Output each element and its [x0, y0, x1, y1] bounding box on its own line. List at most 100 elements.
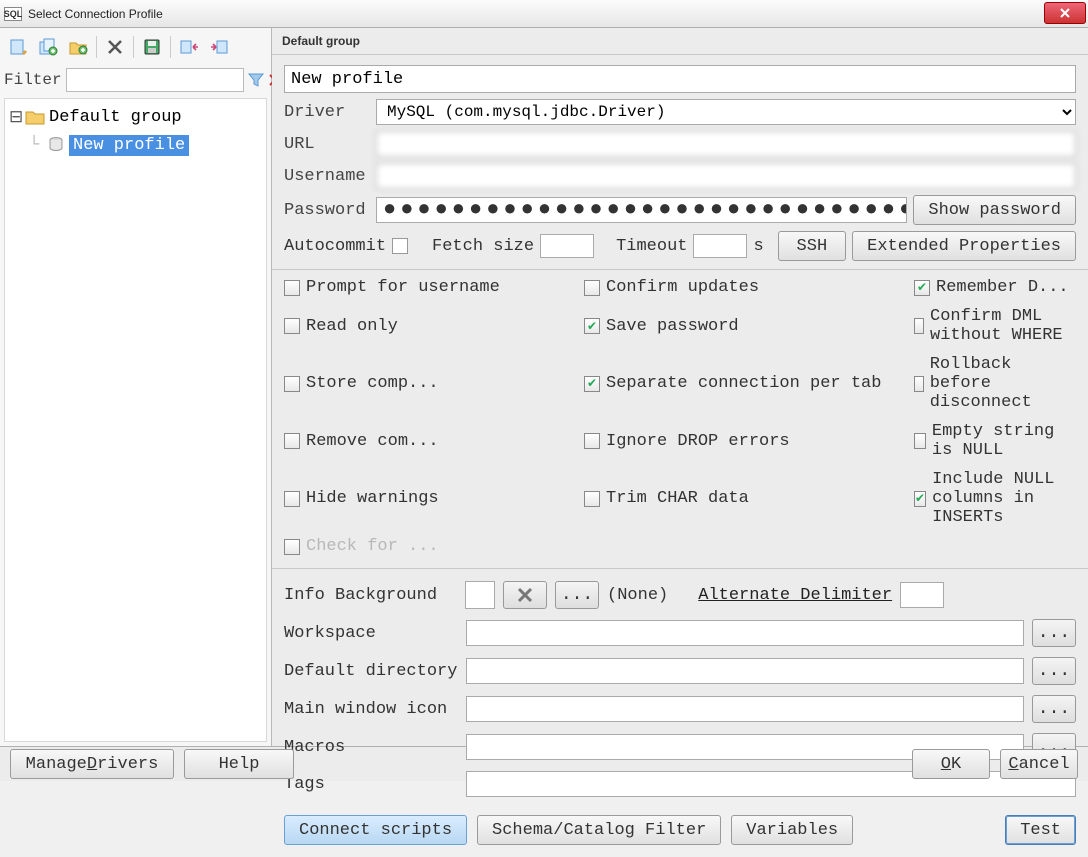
left-toolbar [4, 32, 267, 66]
timeout-input[interactable] [693, 234, 747, 258]
options-checkboxes: Prompt for username Confirm updates Read… [272, 269, 1088, 569]
confirm-dml-check[interactable]: Confirm DML without WHERE [914, 307, 1076, 345]
close-icon [1058, 6, 1072, 20]
main-icon-input[interactable] [466, 696, 1024, 722]
ignore-drop-check[interactable]: Ignore DROP errors [584, 422, 914, 460]
empty-null-check[interactable]: Empty string is NULL [914, 422, 1076, 460]
url-input[interactable] [376, 131, 1076, 157]
default-dir-browse-button[interactable]: ... [1032, 657, 1076, 685]
trim-char-check[interactable]: Trim CHAR data [584, 470, 914, 527]
filter-label: Filter [4, 71, 62, 89]
filter-apply-button[interactable] [248, 70, 264, 90]
autocommit-checkbox[interactable] [392, 238, 408, 254]
window-title: Select Connection Profile [28, 7, 163, 21]
timeout-label: Timeout [616, 237, 687, 256]
workspace-row: Workspace ... [284, 619, 1076, 647]
titlebar: SQL Select Connection Profile [0, 0, 1088, 28]
delete-button[interactable] [101, 34, 129, 60]
import-icon [179, 38, 199, 56]
left-panel: Filter ⊟ Default group └ [0, 28, 272, 746]
cancel-button[interactable]: Cancel [1000, 749, 1078, 779]
remember-check[interactable]: ✔Remember D... [914, 278, 1076, 297]
alt-delimiter-input[interactable] [900, 582, 944, 608]
driver-label: Driver [284, 103, 370, 122]
schema-filter-button[interactable]: Schema/Catalog Filter [477, 815, 721, 845]
manage-drivers-button[interactable]: Manage Drivers [10, 749, 174, 779]
store-comp-check[interactable]: Store comp... [284, 355, 584, 412]
default-dir-row: Default directory ... [284, 657, 1076, 685]
info-bg-browse-button[interactable]: ... [555, 581, 599, 609]
filter-row: Filter [4, 66, 267, 98]
folder-plus-icon [68, 38, 88, 56]
save-password-check[interactable]: ✔Save password [584, 307, 914, 345]
confirm-updates-check[interactable]: Confirm updates [584, 278, 914, 297]
main-area: Filter ⊟ Default group └ [0, 28, 1088, 746]
main-icon-row: Main window icon ... [284, 695, 1076, 723]
connect-scripts-button[interactable]: Connect scripts [284, 815, 467, 845]
rollback-check[interactable]: Rollback before disconnect [914, 355, 1076, 412]
info-bg-label: Info Background [284, 586, 437, 605]
copy-profile-button[interactable] [34, 34, 62, 60]
delete-icon [106, 38, 124, 56]
password-input[interactable]: ●●●●●●●●●●●●●●●●●●●●●●●●●●●●●●●● [376, 197, 907, 223]
alt-delimiter-link[interactable]: Alternate Delimiter [698, 586, 892, 605]
ok-button[interactable]: OK [912, 749, 990, 779]
tree-collapse-icon[interactable]: ⊟ [9, 107, 21, 128]
variables-button[interactable]: Variables [731, 815, 853, 845]
username-label: Username [284, 167, 370, 186]
test-button[interactable]: Test [1005, 815, 1076, 845]
import-button[interactable] [175, 34, 203, 60]
bottom-buttons: Connect scripts Schema/Catalog Filter Va… [272, 809, 1088, 845]
tree-group-label: Default group [49, 108, 182, 127]
tags-label: Tags [284, 775, 458, 794]
workspace-input[interactable] [466, 620, 1024, 646]
driver-select[interactable]: MySQL (com.mysql.jdbc.Driver) [376, 99, 1076, 125]
new-folder-button[interactable] [64, 34, 92, 60]
right-panel: Default group Driver MySQL (com.mysql.jd… [272, 28, 1088, 746]
main-icon-browse-button[interactable]: ... [1032, 695, 1076, 723]
default-dir-label: Default directory [284, 662, 458, 681]
close-button[interactable] [1044, 2, 1086, 24]
tree-profile-label: New profile [69, 135, 189, 156]
read-only-check[interactable]: Read only [284, 307, 570, 345]
check-for-check[interactable]: Check for ... [284, 537, 584, 556]
copy-icon [38, 38, 58, 56]
toolbar-divider [133, 36, 134, 58]
remove-com-check[interactable]: Remove com... [284, 422, 584, 460]
app-icon: SQL [4, 7, 22, 21]
timeout-unit: s [753, 237, 763, 256]
database-icon [47, 136, 65, 154]
default-dir-input[interactable] [466, 658, 1024, 684]
macros-label: Macros [284, 738, 458, 757]
save-button[interactable] [138, 34, 166, 60]
workspace-browse-button[interactable]: ... [1032, 619, 1076, 647]
info-bg-colorwell[interactable] [465, 581, 495, 609]
page-icon [8, 38, 28, 56]
separate-conn-check[interactable]: ✔Separate connection per tab [584, 355, 914, 412]
hide-warnings-check[interactable]: Hide warnings [284, 470, 584, 527]
tree-profile-row[interactable]: └ New profile [7, 131, 264, 159]
show-password-button[interactable]: Show password [913, 195, 1076, 225]
url-label: URL [284, 135, 370, 154]
autocommit-label: Autocommit [284, 237, 386, 256]
tree-group-row[interactable]: ⊟ Default group [7, 103, 264, 131]
export-icon [209, 38, 229, 56]
ssh-button[interactable]: SSH [778, 231, 847, 261]
filter-input[interactable] [66, 68, 244, 92]
fetch-size-input[interactable] [540, 234, 594, 258]
profile-name-input[interactable] [284, 65, 1076, 93]
help-button[interactable]: Help [184, 749, 294, 779]
export-button[interactable] [205, 34, 233, 60]
username-input[interactable] [376, 163, 1076, 189]
password-label: Password [284, 201, 370, 220]
x-icon [516, 586, 534, 604]
main-icon-label: Main window icon [284, 700, 458, 719]
extended-properties-button[interactable]: Extended Properties [852, 231, 1076, 261]
password-row: Password ●●●●●●●●●●●●●●●●●●●●●●●●●●●●●●●… [284, 195, 1076, 225]
prompt-username-check[interactable]: Prompt for username [284, 278, 584, 297]
info-bg-clear-button[interactable] [503, 581, 547, 609]
include-null-check[interactable]: ✔Include NULL columns in INSERTs [914, 470, 1076, 527]
new-profile-button[interactable] [4, 34, 32, 60]
fetch-size-label: Fetch size [432, 237, 534, 256]
profile-tree[interactable]: ⊟ Default group └ New profile [4, 98, 267, 742]
